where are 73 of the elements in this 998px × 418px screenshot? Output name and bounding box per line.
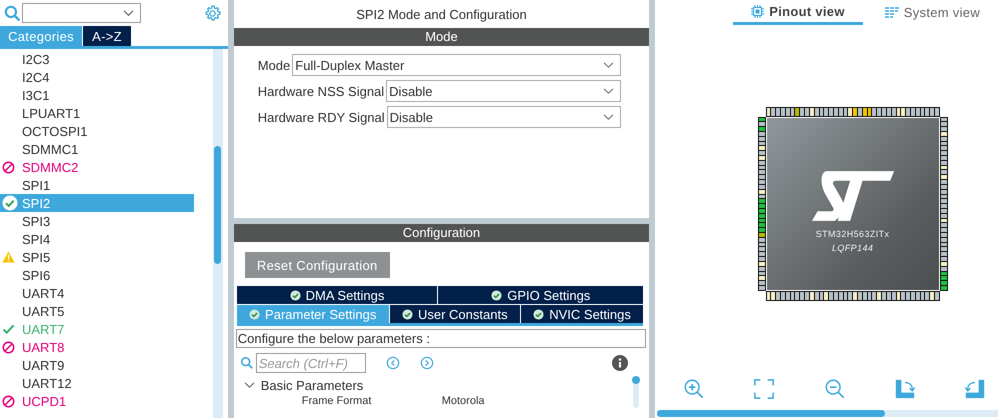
prohibited-icon: [2, 160, 15, 174]
search-icon: [240, 356, 254, 370]
config-tab[interactable]: NVIC Settings: [520, 305, 644, 323]
peripheral-item[interactable]: SDMMC2: [0, 158, 194, 176]
panel-title: SPI2 Mode and Configuration: [355, 6, 528, 24]
field-label: Mode: [258, 58, 290, 72]
check-circle-icon: [491, 290, 502, 300]
peripheral-item[interactable]: SPI5: [0, 248, 194, 266]
chevron-down-icon: [603, 62, 614, 68]
zoom-out-icon[interactable]: [824, 378, 846, 400]
peripheral-item[interactable]: UART12: [0, 374, 194, 392]
field-label: Hardware NSS Signal: [258, 84, 384, 98]
config-tab[interactable]: DMA Settings: [236, 286, 438, 304]
scrollbar[interactable]: [633, 378, 640, 408]
check-circle-icon: [533, 308, 544, 320]
chip-part-number: STM32H563ZITx: [816, 228, 890, 238]
mode-select[interactable]: Disable: [386, 106, 622, 128]
chip-icon: [751, 4, 764, 18]
peripheral-item[interactable]: UCPD1: [0, 392, 194, 410]
category-tab[interactable]: A->Z: [83, 26, 131, 46]
peripheral-item[interactable]: I2C4: [0, 68, 194, 86]
hint-text: Configure the below parameters :: [236, 329, 646, 348]
rotate-right-icon[interactable]: [894, 378, 916, 400]
peripheral-item[interactable]: I2C3: [0, 50, 194, 68]
list-icon: [884, 6, 899, 18]
fit-screen-icon[interactable]: [753, 378, 776, 400]
peripheral-item[interactable]: I3C1: [0, 86, 194, 104]
rotate-left-icon[interactable]: [964, 378, 986, 400]
mode-select[interactable]: Full-Duplex Master: [292, 54, 622, 76]
zoom-in-icon[interactable]: [683, 378, 706, 400]
previous-icon[interactable]: [386, 356, 400, 370]
search-icon: [4, 4, 21, 22]
section-header: Mode: [234, 28, 650, 46]
chevron-down-icon: [123, 10, 134, 16]
peripheral-item[interactable]: SPI4: [0, 230, 194, 248]
chevron-icon: [244, 382, 255, 388]
search-field[interactable]: Search (Ctrl+F): [256, 353, 366, 373]
next-icon[interactable]: [420, 356, 434, 370]
config-tab[interactable]: User Constants: [390, 305, 520, 323]
scrollbar[interactable]: [657, 410, 998, 417]
peripheral-item[interactable]: LPUART1: [0, 104, 194, 122]
peripheral-item[interactable]: UART5: [0, 302, 194, 320]
check-icon: [2, 324, 15, 334]
logo-icon: [810, 168, 896, 222]
peripheral-item[interactable]: OCTOSPI1: [0, 122, 194, 140]
check-circle-icon: [290, 290, 301, 300]
view-tab[interactable]: Pinout view: [733, 0, 863, 25]
peripheral-item[interactable]: SPI6: [0, 266, 194, 284]
peripheral-item[interactable]: UART4: [0, 284, 194, 302]
scrollbar[interactable]: [212, 49, 223, 418]
config-tab[interactable]: GPIO Settings: [438, 286, 644, 304]
group-header[interactable]: Basic Parameters: [244, 376, 634, 394]
field-label: Hardware RDY Signal: [258, 110, 385, 124]
prohibited-icon: [2, 340, 15, 354]
check-circle-icon: [249, 308, 260, 320]
chevron-down-icon: [603, 88, 614, 94]
peripheral-item[interactable]: UART8: [0, 338, 194, 356]
settings-icon[interactable]: [202, 4, 222, 22]
mode-select[interactable]: Disable: [386, 80, 622, 102]
search-combo[interactable]: [22, 3, 141, 23]
chevron-down-icon: [603, 114, 614, 120]
peripheral-item[interactable]: SPI3: [0, 212, 194, 230]
view-tab[interactable]: System view: [866, 0, 998, 25]
check-circle-icon: [402, 308, 413, 320]
peripheral-item[interactable]: SPI1: [0, 176, 194, 194]
parameter-name: Frame Format: [302, 395, 372, 407]
prohibited-icon: [2, 394, 15, 408]
chip-package-name: LQFP144: [832, 242, 874, 252]
parameter-value: Motorola: [442, 395, 485, 407]
peripheral-item[interactable]: UART9: [0, 356, 194, 374]
info-icon[interactable]: [612, 355, 628, 371]
peripheral-item[interactable]: SDMMC1: [0, 140, 194, 158]
section-header: Configuration: [234, 224, 650, 242]
